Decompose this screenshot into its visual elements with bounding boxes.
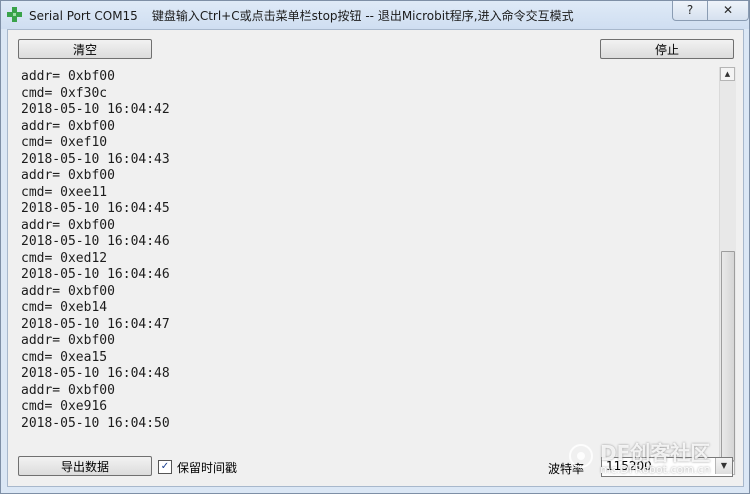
- chevron-down-icon[interactable]: ▼: [715, 458, 732, 474]
- log-line: addr= 0xbf00: [21, 168, 115, 183]
- log-line: cmd= 0xf30c: [21, 85, 108, 101]
- keep-timestamp-option[interactable]: ✓ 保留时间戳: [158, 459, 237, 475]
- log-line: cmd= 0xe916: [21, 399, 108, 414]
- help-button[interactable]: ?: [672, 1, 708, 21]
- keep-timestamp-label: 保留时间戳: [177, 460, 238, 475]
- scroll-thumb[interactable]: [721, 251, 735, 461]
- close-button[interactable]: ✕: [707, 1, 749, 21]
- log-line: addr= 0xbf00: [21, 333, 115, 348]
- window-title-hint: 键盘输入Ctrl+C或点击菜单栏stop按钮 -- 退出Microbit程序,进…: [151, 9, 574, 23]
- log-line: cmd= 0xea15: [21, 349, 108, 365]
- log-line: addr= 0xbf00: [21, 382, 115, 398]
- window-title-text: Serial Port COM15: [29, 9, 138, 23]
- stop-button[interactable]: 停止: [600, 39, 734, 59]
- window-title: Serial Port COM15 键盘输入Ctrl+C或点击菜单栏stop按钮 …: [29, 7, 574, 24]
- keep-timestamp-checkbox[interactable]: ✓: [158, 460, 172, 474]
- log-line: 2018-05-10 16:04:46: [21, 267, 170, 282]
- log-line: addr= 0xbf00: [21, 118, 115, 134]
- export-data-button[interactable]: 导出数据: [18, 456, 152, 476]
- client-area: 清空 停止 addr= 0xbf00 cmd= 0xf30c 2018-05-10 …: [7, 29, 744, 487]
- log-line: 2018-05-10 16:04:50: [21, 415, 170, 431]
- log-line: cmd= 0xed12: [21, 250, 108, 266]
- log-line: 2018-05-10 16:04:45: [21, 201, 170, 216]
- log-line: 2018-05-10 16:04:48: [21, 366, 170, 381]
- log-line: cmd= 0xee11: [21, 184, 108, 200]
- log-list: addr= 0xbf00 cmd= 0xf30c 2018-05-10 16:04:…: [18, 67, 718, 432]
- baud-rate-label: 波特率: [548, 462, 585, 476]
- scroll-up-icon[interactable]: ▲: [720, 67, 735, 81]
- serial-output[interactable]: addr= 0xbf00 cmd= 0xf30c 2018-05-10 16:04:…: [18, 67, 718, 463]
- log-line: addr= 0xbf00: [21, 217, 115, 233]
- baud-rate-select[interactable]: 115200 ▼: [601, 457, 733, 477]
- baud-rate-value: 115200: [606, 459, 652, 473]
- vertical-scrollbar[interactable]: ▲ ▼: [719, 67, 736, 475]
- log-line: 2018-05-10 16:04:46: [21, 234, 170, 249]
- log-line: 2018-05-10 16:04:42: [21, 102, 170, 117]
- log-line: cmd= 0xef10: [21, 135, 108, 150]
- log-line: 2018-05-10 16:04:47: [21, 316, 170, 332]
- log-line: cmd= 0xeb14: [21, 300, 108, 315]
- app-cross-icon: [7, 7, 22, 22]
- log-line: 2018-05-10 16:04:43: [21, 151, 170, 167]
- serial-port-window: Serial Port COM15 键盘输入Ctrl+C或点击菜单栏stop按钮 …: [0, 0, 750, 494]
- clear-button[interactable]: 清空: [18, 39, 152, 59]
- log-line: addr= 0xbf00: [21, 283, 115, 299]
- log-line: addr= 0xbf00: [21, 69, 115, 84]
- title-bar[interactable]: Serial Port COM15 键盘输入Ctrl+C或点击菜单栏stop按钮 …: [1, 1, 749, 29]
